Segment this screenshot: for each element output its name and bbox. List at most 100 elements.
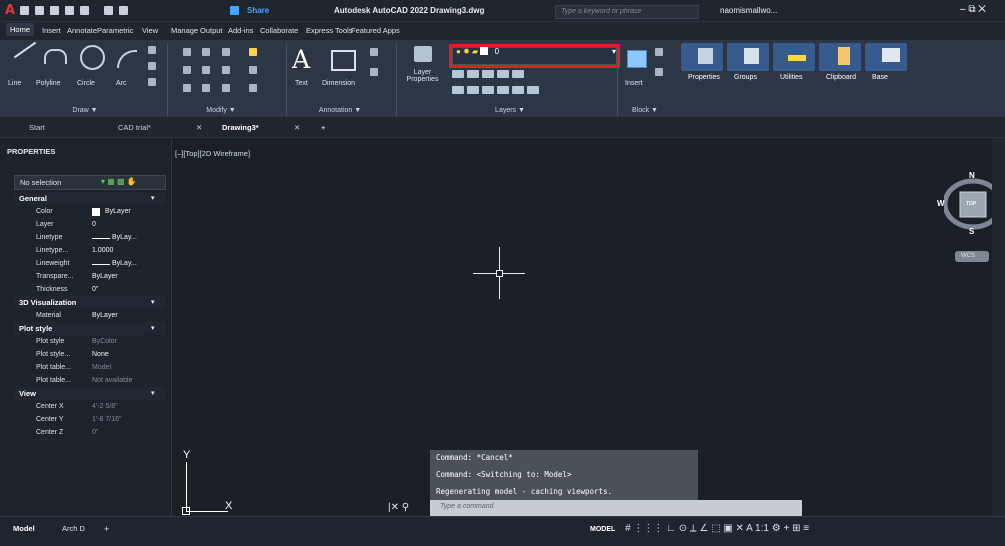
layer-properties-icon[interactable] [414, 46, 432, 62]
property-row[interactable]: Linetype... 1.0000 [14, 245, 166, 258]
print-icon[interactable] [80, 6, 89, 15]
property-row[interactable]: Plot style ByColor [14, 336, 166, 349]
viewport-scrollbar[interactable] [992, 138, 1005, 516]
explode-icon[interactable] [249, 66, 257, 74]
create-block-icon[interactable] [655, 48, 663, 56]
modify-panel-title[interactable]: Modify ▼ [191, 107, 251, 114]
text-button[interactable]: Text [295, 80, 308, 87]
current-layer-row[interactable]: ● ✹ ▰ 0 ▾ [456, 47, 616, 56]
property-section-general[interactable]: General [14, 193, 166, 205]
pencil-icon[interactable] [249, 48, 257, 56]
insert-block-icon[interactable] [627, 50, 647, 68]
undo-icon[interactable] [104, 6, 113, 15]
tab-collaborate[interactable]: Collaborate [260, 26, 298, 35]
command-input[interactable]: Type a command [430, 500, 802, 517]
property-value[interactable]: ByColor [92, 338, 117, 345]
circle-button[interactable]: Circle [77, 80, 95, 87]
property-row[interactable]: Plot table... Not available [14, 375, 166, 388]
property-row[interactable]: Lineweight ByLay... [14, 258, 166, 271]
wcs-menu[interactable]: WCS [955, 251, 989, 262]
property-value[interactable]: 4'-2 5/8" [92, 403, 118, 410]
property-value[interactable]: ByLayer [92, 273, 118, 280]
share-button[interactable]: Share [247, 6, 269, 15]
status-tool-icons[interactable]: # ⋮⋮⋮ ∟ ⊙ ⟂ ∠ ⬚ ▣ ✕ A 1:1 ⚙ + ⊞ ≡ [625, 523, 809, 534]
model-space-button[interactable]: MODEL [590, 526, 615, 533]
property-value[interactable]: None [92, 351, 109, 358]
redo-icon[interactable] [119, 6, 128, 15]
panel-label-base[interactable]: Base [872, 74, 888, 81]
tab-express-tools[interactable]: Express Tools [306, 26, 353, 35]
layer-properties-button[interactable]: Layer Properties [400, 69, 445, 83]
polyline-tool-icon[interactable] [44, 49, 67, 64]
tab-insert[interactable]: Insert [42, 26, 61, 35]
quick-select-icons[interactable]: ▾ ▦ ▩ ✋ [101, 177, 161, 187]
command-close-icon[interactable]: |✕ ⚲ [388, 502, 409, 513]
panel-label-clipboard[interactable]: Clipboard [826, 74, 856, 81]
tab-annotate[interactable]: Annotate [67, 26, 97, 35]
new-icon[interactable] [20, 6, 29, 15]
offset-icon[interactable] [249, 84, 257, 92]
dimension-icon[interactable] [331, 50, 356, 71]
property-value[interactable]: Not available [92, 377, 132, 384]
property-row[interactable]: Layer 0 [14, 219, 166, 232]
property-row[interactable]: Plot table... Model [14, 362, 166, 375]
chevron-down-icon[interactable]: ▾ [151, 389, 155, 397]
property-section-3d-visualization[interactable]: 3D Visualization [14, 297, 166, 309]
new-tab-button[interactable]: + [321, 123, 325, 132]
property-row[interactable]: Center Z 0" [14, 427, 166, 440]
tab-featured-apps[interactable]: Featured Apps [351, 26, 400, 35]
viewport-controls-label[interactable]: [–][Top][2D Wireframe] [175, 149, 250, 158]
dimension-button[interactable]: Dimension [322, 80, 355, 87]
chevron-down-icon[interactable]: ▾ [151, 324, 155, 332]
south-label[interactable]: S [969, 227, 974, 236]
property-section-view[interactable]: View [14, 388, 166, 400]
line-tool-icon[interactable] [13, 41, 37, 59]
property-row[interactable]: Plot style... None [14, 349, 166, 362]
property-value[interactable]: Model [92, 364, 111, 371]
west-label[interactable]: W [937, 199, 945, 208]
stretch-icon[interactable] [183, 84, 191, 92]
insert-button[interactable]: Insert [625, 80, 643, 87]
save-icon[interactable] [50, 6, 59, 15]
edit-block-icon[interactable] [655, 68, 663, 76]
panel-label-utilities[interactable]: Utilities [780, 74, 803, 81]
tab-add-ins[interactable]: Add-ins [228, 26, 253, 35]
panel-label-properties[interactable]: Properties [688, 74, 720, 81]
text-icon[interactable]: A [292, 45, 310, 74]
window-controls[interactable]: – ⧉ ✕ [960, 4, 986, 15]
scale-icon[interactable] [202, 84, 210, 92]
arc-tool-icon[interactable] [117, 50, 137, 68]
close-icon[interactable]: ✕ [196, 123, 202, 132]
property-value[interactable]: ByLayer [105, 208, 131, 215]
model-tab[interactable]: Model [13, 524, 35, 533]
user-account[interactable]: naomismallwo... [720, 6, 777, 15]
property-row[interactable]: Linetype ByLay... [14, 232, 166, 245]
property-value[interactable]: 0" [92, 286, 98, 293]
tab-cad-trial[interactable]: CAD trial* [118, 123, 151, 132]
add-layout-button[interactable]: + [104, 524, 109, 534]
property-value[interactable]: ByLayer [92, 312, 118, 319]
layer-tools-row-1[interactable] [452, 70, 572, 80]
property-row[interactable]: Transpare... ByLayer [14, 271, 166, 284]
property-row[interactable]: Color ByLayer [14, 206, 166, 219]
property-row[interactable]: Thickness 0" [14, 284, 166, 297]
draw-panel-title[interactable]: Draw ▼ [55, 107, 115, 114]
tab-output[interactable]: Output [200, 26, 223, 35]
property-value[interactable]: ByLay... [112, 260, 137, 267]
table-icon[interactable] [148, 78, 156, 86]
property-row[interactable]: Center X 4'-2 5/8" [14, 401, 166, 414]
saveas-icon[interactable] [65, 6, 74, 15]
open-icon[interactable] [35, 6, 44, 15]
north-label[interactable]: N [969, 171, 975, 180]
mirror-icon[interactable] [202, 66, 210, 74]
array-icon[interactable] [222, 84, 230, 92]
tab-view[interactable]: View [142, 26, 158, 35]
copy-icon[interactable] [183, 66, 191, 74]
top-face-label[interactable]: TOP [966, 201, 976, 207]
move-icon[interactable] [183, 48, 191, 56]
chevron-down-icon[interactable]: ▾ [151, 194, 155, 202]
property-section-plot-style[interactable]: Plot style [14, 323, 166, 335]
tab-manage[interactable]: Manage [171, 26, 198, 35]
arc-button[interactable]: Arc [116, 80, 127, 87]
search-input[interactable]: Type a keyword or phrase [555, 5, 699, 19]
